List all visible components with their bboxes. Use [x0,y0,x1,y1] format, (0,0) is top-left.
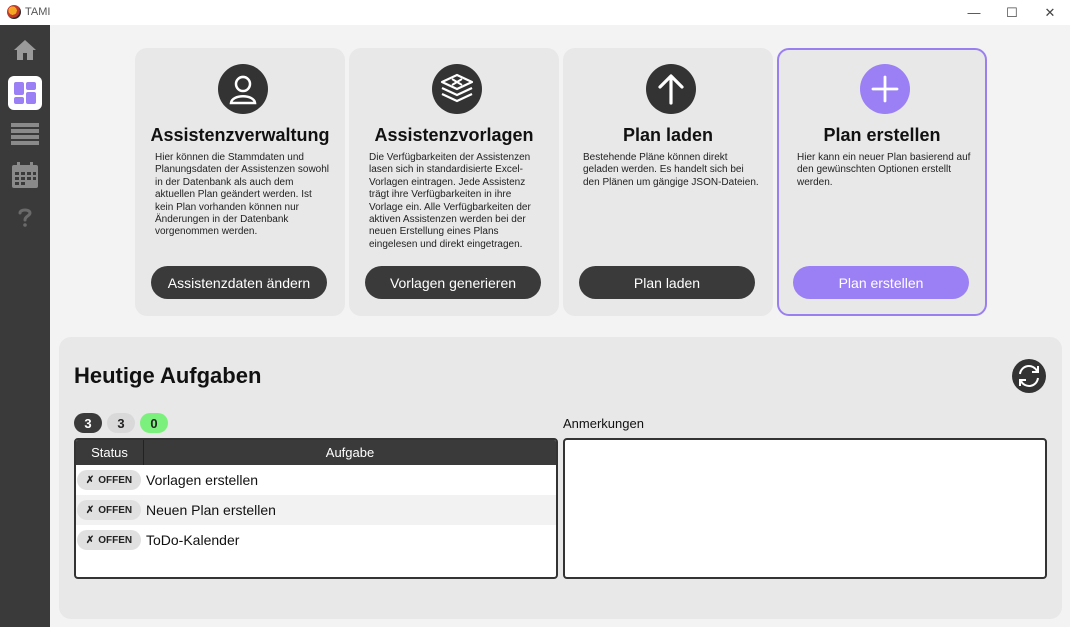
vorlagen-generieren-button[interactable]: Vorlagen generieren [365,266,541,299]
sidebar-item-list[interactable] [8,117,42,151]
table-row[interactable]: ✗ OFFEN Vorlagen erstellen [76,465,556,495]
task-label: Neuen Plan erstellen [146,502,276,518]
column-header-status[interactable]: Status [76,440,144,465]
notes-textarea[interactable] [563,438,1047,579]
user-icon [229,75,257,105]
plus-icon [871,75,899,103]
count-badge-open: 3 [107,413,135,433]
plan-laden-button[interactable]: Plan laden [579,266,755,299]
plan-erstellen-button[interactable]: Plan erstellen [793,266,969,299]
list-icon [11,123,39,145]
status-badge[interactable]: ✗ OFFEN [77,530,141,550]
card-description: Bestehende Pläne können direkt geladen w… [583,152,759,188]
close-button[interactable]: ✕ [1031,0,1069,25]
calendar-icon [12,162,38,188]
card-description: Hier können die Stammdaten und Planungsd… [155,152,330,238]
count-badge-total: 3 [74,413,102,433]
table-header: Status Aufgabe [76,440,556,465]
home-icon [14,40,36,60]
app-logo-icon [7,5,21,19]
task-label: Vorlagen erstellen [146,472,259,488]
card-title: Assistenzvorlagen [374,125,534,145]
notes-label: Anmerkungen [563,416,644,431]
card-description: Hier kann ein neuer Plan basierend auf d… [797,152,971,188]
sidebar-item-dashboard[interactable] [8,76,42,110]
assistenzdaten-aendern-button[interactable]: Assistenzdaten ändern [151,266,327,299]
card-icon-circle [432,64,482,114]
minimize-button[interactable]: — [955,0,993,25]
window-title: TAMI [25,6,51,18]
sidebar-item-calendar[interactable] [8,158,42,192]
sidebar-item-home[interactable] [8,33,42,67]
status-label: OFFEN [98,504,133,516]
arrow-up-icon [658,74,684,105]
status-badge[interactable]: ✗ OFFEN [77,470,141,490]
x-mark-icon: ✗ [85,534,95,546]
sidebar-item-help[interactable] [8,200,42,234]
status-label: OFFEN [98,474,133,486]
layers-icon [440,73,474,103]
card-icon-circle [860,64,910,114]
table-row[interactable]: ✗ OFFEN Neuen Plan erstellen [76,495,556,525]
sidebar [0,25,50,627]
column-header-task[interactable]: Aufgabe [144,440,556,465]
task-table: Status Aufgabe ✗ OFFEN Vorlagen erstelle… [74,438,558,579]
card-title: Assistenzverwaltung [150,125,330,145]
panel-title: Heutige Aufgaben [74,363,262,388]
x-mark-icon: ✗ [85,474,95,486]
task-label: ToDo-Kalender [146,532,240,548]
card-plan-erstellen: Plan erstellen Hier kann ein neuer Plan … [777,48,987,316]
status-label: OFFEN [98,534,133,546]
card-assistenzvorlagen: Assistenzvorlagen Die Verfügbarkeiten de… [349,48,559,316]
card-plan-laden: Plan laden Bestehende Pläne können direk… [563,48,773,316]
status-badge[interactable]: ✗ OFFEN [77,500,141,520]
card-description: Die Verfügbarkeiten der Assistenzen lase… [369,152,531,250]
maximize-button[interactable]: ☐ [993,0,1031,25]
card-assistenzverwaltung: Assistenzverwaltung Hier können die Stam… [135,48,345,316]
card-icon-circle [646,64,696,114]
refresh-button[interactable] [1012,359,1046,393]
title-bar: TAMI — ☐ ✕ [0,0,1070,25]
table-row[interactable]: ✗ OFFEN ToDo-Kalender [76,525,556,555]
card-title: Plan laden [622,125,714,145]
count-badge-done: 0 [140,413,168,433]
refresh-icon [1019,365,1039,387]
card-icon-circle [218,64,268,114]
dashboard-icon [14,82,36,104]
x-mark-icon: ✗ [85,504,95,516]
help-icon [18,208,32,227]
card-title: Plan erstellen [823,125,941,145]
